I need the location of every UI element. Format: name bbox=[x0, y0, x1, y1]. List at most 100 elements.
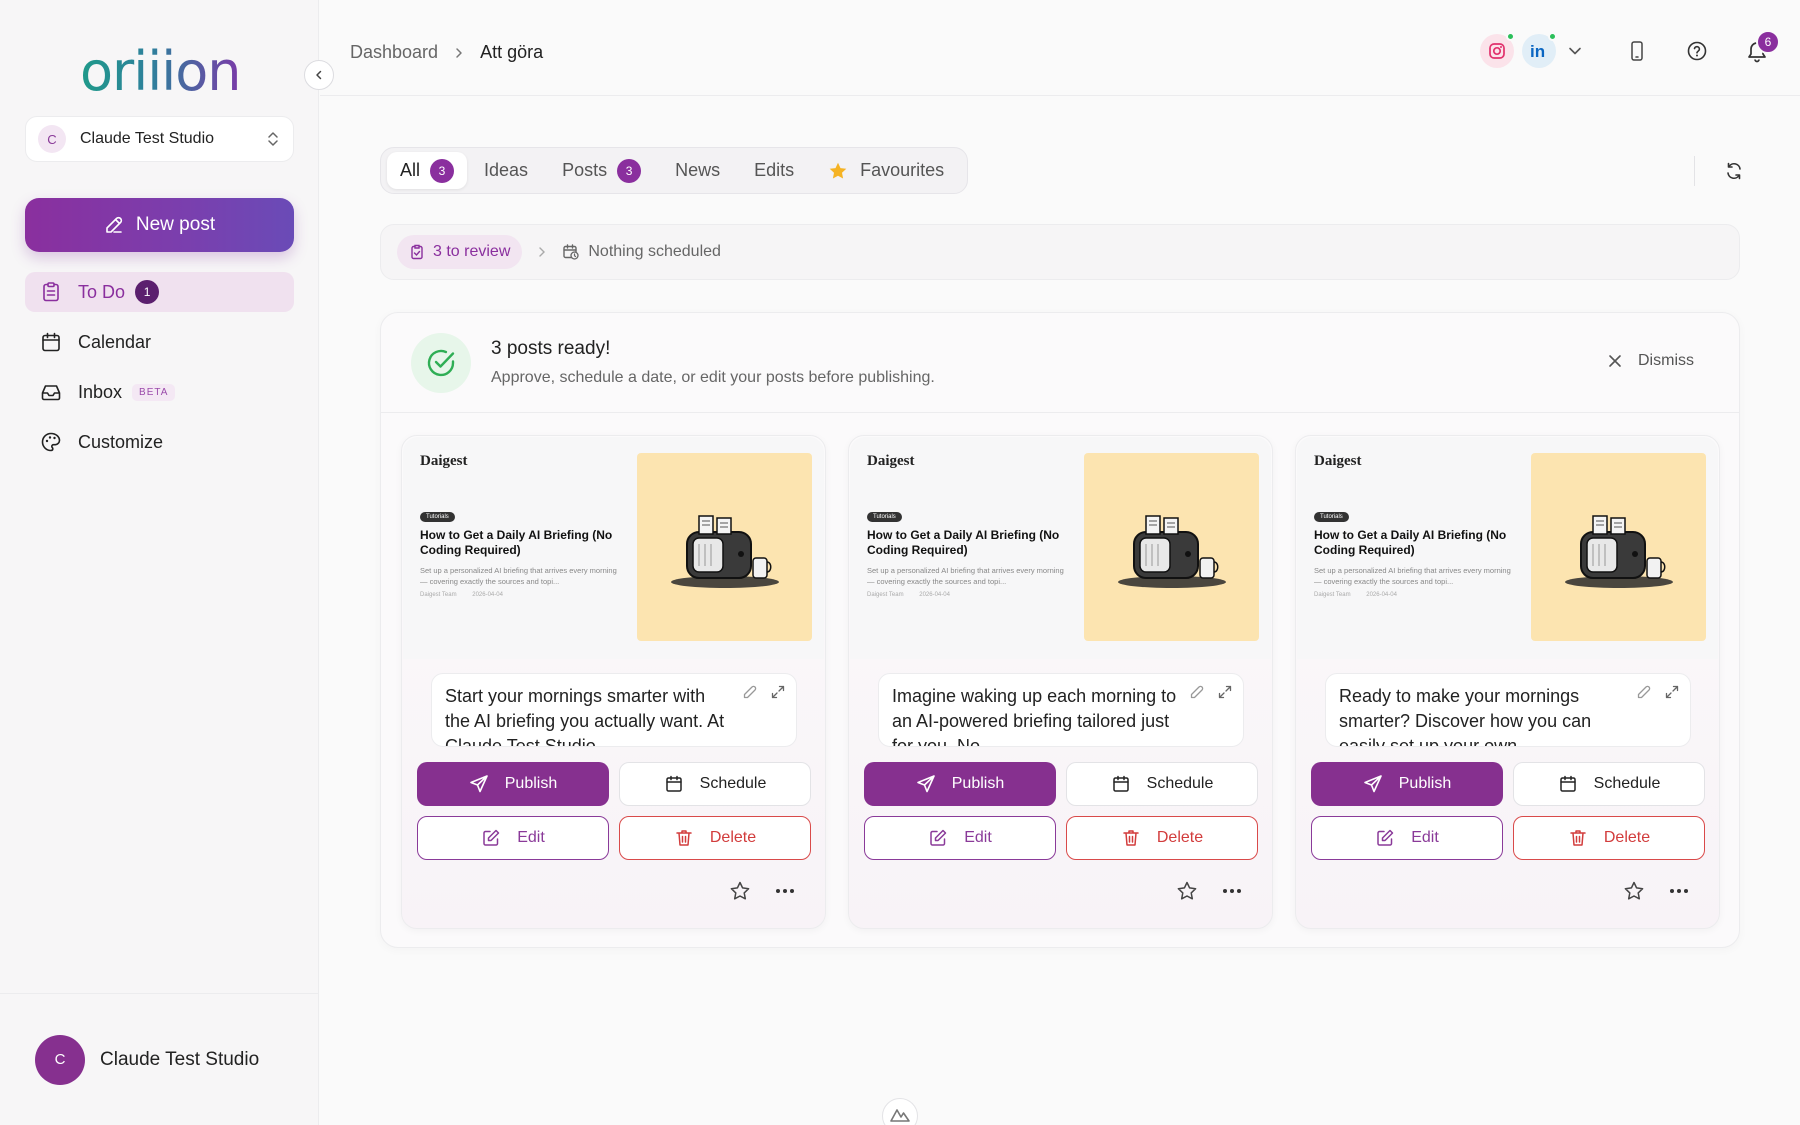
edit-button[interactable]: Edit bbox=[1311, 816, 1503, 860]
more-horizontal-icon[interactable] bbox=[1222, 888, 1242, 894]
expand-icon[interactable] bbox=[1664, 684, 1680, 700]
publish-label: Publish bbox=[1398, 775, 1452, 792]
article-description: Set up a personalized AI briefing that a… bbox=[420, 566, 617, 586]
caption-tools bbox=[1636, 684, 1680, 700]
tab-label: News bbox=[675, 160, 721, 180]
star-outline-icon[interactable] bbox=[1623, 880, 1645, 902]
chevron-left-icon bbox=[313, 69, 325, 81]
sidebar-item-label: To Do bbox=[78, 281, 126, 302]
account-name: Claude Test Studio bbox=[100, 1048, 260, 1070]
check-circle-icon bbox=[411, 333, 471, 393]
collapse-sidebar-button[interactable] bbox=[304, 60, 334, 90]
expand-icon[interactable] bbox=[1217, 684, 1233, 700]
header-actions: in 6 bbox=[1480, 30, 1800, 72]
trash-icon bbox=[674, 828, 710, 848]
calendar-icon bbox=[1558, 774, 1594, 794]
card-footer bbox=[1623, 880, 1689, 902]
tab-news[interactable]: News bbox=[658, 152, 737, 189]
breadcrumb-dashboard[interactable]: Dashboard bbox=[350, 42, 438, 63]
mobile-preview-button[interactable] bbox=[1624, 38, 1650, 64]
app-mark-icon bbox=[882, 1098, 918, 1125]
sidebar-item-todo[interactable]: To Do 1 bbox=[25, 272, 294, 312]
publish-button[interactable]: Publish bbox=[417, 762, 609, 806]
pencil-icon[interactable] bbox=[1189, 684, 1205, 700]
link-preview[interactable]: Daigest Tutorials How to Get a Daily AI … bbox=[1297, 437, 1718, 659]
article-title: How to Get a Daily AI Briefing (No Codin… bbox=[420, 528, 613, 557]
delete-button[interactable]: Delete bbox=[619, 816, 811, 860]
ready-header: 3 posts ready! Approve, schedule a date,… bbox=[381, 313, 1739, 413]
tab-favourites[interactable]: Favourites bbox=[811, 152, 961, 189]
post-card-3: Daigest Tutorials How to Get a Daily AI … bbox=[1295, 435, 1720, 929]
publish-button[interactable]: Publish bbox=[864, 762, 1056, 806]
delete-button[interactable]: Delete bbox=[1513, 816, 1705, 860]
app-logo[interactable]: oriiion bbox=[80, 40, 242, 103]
pencil-icon[interactable] bbox=[742, 684, 758, 700]
linkedin-account[interactable]: in bbox=[1522, 32, 1557, 68]
help-circle-icon bbox=[1686, 40, 1708, 62]
schedule-button[interactable]: Schedule bbox=[1513, 762, 1705, 806]
tab-posts[interactable]: Posts 3 bbox=[545, 152, 658, 189]
caption-field[interactable]: Start your mornings smarter with the AI … bbox=[431, 673, 797, 747]
todo-count-badge: 1 bbox=[135, 280, 160, 304]
toaster-illustration bbox=[1084, 453, 1259, 641]
link-preview[interactable]: Daigest Tutorials How to Get a Daily AI … bbox=[850, 437, 1271, 659]
scheduled-status[interactable]: Nothing scheduled bbox=[562, 243, 721, 261]
ready-posts-panel: 3 posts ready! Approve, schedule a date,… bbox=[380, 312, 1740, 948]
more-horizontal-icon[interactable] bbox=[775, 888, 795, 894]
article-date: 2026-04-04 bbox=[472, 592, 503, 598]
schedule-button[interactable]: Schedule bbox=[619, 762, 811, 806]
edit-label: Edit bbox=[517, 829, 545, 846]
article-meta: Daigest Team 2026-04-04 bbox=[1314, 592, 1397, 598]
review-filter-pill[interactable]: 3 to review bbox=[397, 235, 523, 269]
edit-button[interactable]: Edit bbox=[417, 816, 609, 860]
sidebar-item-inbox[interactable]: Inbox BETA bbox=[25, 372, 294, 412]
help-button[interactable] bbox=[1684, 38, 1710, 64]
sidebar-item-calendar[interactable]: Calendar bbox=[25, 322, 294, 362]
publish-button[interactable]: Publish bbox=[1311, 762, 1503, 806]
card-footer bbox=[729, 880, 795, 902]
post-card-2: Daigest Tutorials How to Get a Daily AI … bbox=[848, 435, 1273, 929]
palette-icon bbox=[40, 431, 78, 453]
article-title: How to Get a Daily AI Briefing (No Codin… bbox=[1314, 528, 1507, 557]
delete-button[interactable]: Delete bbox=[1066, 816, 1258, 860]
expand-icon[interactable] bbox=[770, 684, 786, 700]
tab-label: Ideas bbox=[484, 160, 529, 180]
tab-ideas[interactable]: Ideas bbox=[467, 152, 545, 189]
account-footer[interactable]: C Claude Test Studio bbox=[0, 993, 319, 1125]
new-post-button[interactable]: New post bbox=[25, 198, 294, 252]
article-tag: Tutorials bbox=[420, 512, 455, 522]
tab-all[interactable]: All 3 bbox=[387, 152, 468, 189]
edit-button[interactable]: Edit bbox=[864, 816, 1056, 860]
star-outline-icon[interactable] bbox=[1176, 880, 1198, 902]
sidebar-item-customize[interactable]: Customize bbox=[25, 422, 294, 462]
linkedin-icon: in bbox=[1529, 42, 1549, 60]
schedule-button[interactable]: Schedule bbox=[1066, 762, 1258, 806]
connected-dot bbox=[1548, 32, 1557, 41]
dismiss-label: Dismiss bbox=[1638, 352, 1694, 369]
post-cards: Daigest Tutorials How to Get a Daily AI … bbox=[401, 435, 1721, 931]
delete-label: Delete bbox=[1603, 829, 1651, 846]
refresh-button[interactable] bbox=[1694, 156, 1744, 186]
caption-field[interactable]: Ready to make your mornings smarter? Dis… bbox=[1325, 673, 1691, 747]
beta-badge: BETA bbox=[132, 383, 176, 401]
notifications-button[interactable]: 6 bbox=[1744, 30, 1780, 64]
toaster-illustration bbox=[1531, 453, 1706, 641]
tab-edits[interactable]: Edits bbox=[737, 152, 811, 189]
star-outline-icon[interactable] bbox=[729, 880, 751, 902]
instagram-account[interactable] bbox=[1480, 32, 1515, 68]
accounts-dropdown[interactable] bbox=[1562, 38, 1588, 64]
star-icon bbox=[828, 161, 860, 181]
sidebar: oriiion C Claude Test Studio New post To… bbox=[0, 0, 319, 1125]
more-horizontal-icon[interactable] bbox=[1669, 888, 1689, 894]
publish-label: Publish bbox=[951, 775, 1005, 792]
delete-label: Delete bbox=[1156, 829, 1204, 846]
notification-count-badge: 6 bbox=[1756, 30, 1780, 54]
pencil-icon[interactable] bbox=[1636, 684, 1652, 700]
toaster-illustration bbox=[637, 453, 812, 641]
link-preview[interactable]: Daigest Tutorials How to Get a Daily AI … bbox=[403, 437, 824, 659]
caption-field[interactable]: Imagine waking up each morning to an AI-… bbox=[878, 673, 1244, 747]
dismiss-button[interactable]: Dismiss bbox=[1608, 352, 1694, 370]
article-tag: Tutorials bbox=[867, 512, 902, 522]
caption-tools bbox=[1189, 684, 1233, 700]
studio-selector[interactable]: C Claude Test Studio bbox=[25, 116, 294, 162]
